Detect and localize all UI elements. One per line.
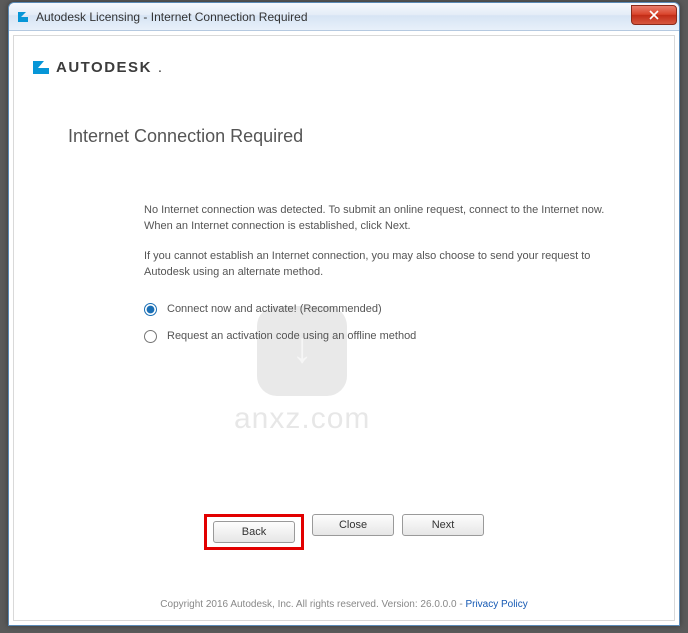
page-heading: Internet Connection Required (68, 126, 656, 147)
content-panel: AUTODESK. Internet Connection Required N… (13, 35, 675, 621)
close-button[interactable]: Close (312, 514, 394, 536)
client-area: AUTODESK. Internet Connection Required N… (9, 31, 679, 625)
footer-copyright: Copyright 2016 Autodesk, Inc. All rights… (160, 599, 465, 610)
window-close-button[interactable] (631, 5, 677, 25)
body-text: No Internet connection was detected. To … (144, 203, 616, 295)
paragraph-2: If you cannot establish an Internet conn… (144, 249, 616, 281)
window-title: Autodesk Licensing - Internet Connection… (36, 10, 631, 24)
titlebar[interactable]: Autodesk Licensing - Internet Connection… (9, 3, 679, 31)
footer: Copyright 2016 Autodesk, Inc. All rights… (14, 599, 674, 610)
radio-group: Connect now and activate! (Recommended) … (144, 303, 656, 357)
radio-offline[interactable]: Request an activation code using an offl… (144, 330, 656, 343)
dialog-window: Autodesk Licensing - Internet Connection… (8, 2, 680, 626)
highlight-back: Back (204, 514, 304, 550)
radio-connect-now-label: Connect now and activate! (Recommended) (167, 303, 382, 315)
app-icon (15, 9, 31, 25)
paragraph-1: No Internet connection was detected. To … (144, 203, 616, 235)
brand-dot: . (158, 59, 162, 76)
back-button[interactable]: Back (213, 521, 295, 543)
watermark-text: anxz.com (234, 402, 370, 436)
brand-logo: AUTODESK. (32, 58, 656, 76)
privacy-policy-link[interactable]: Privacy Policy (465, 599, 527, 610)
radio-offline-input[interactable] (144, 330, 157, 343)
brand-name: AUTODESK (56, 59, 152, 76)
radio-connect-now[interactable]: Connect now and activate! (Recommended) (144, 303, 656, 316)
radio-connect-now-input[interactable] (144, 303, 157, 316)
autodesk-logo-icon (32, 58, 50, 76)
button-row: Back Close Next (14, 514, 674, 550)
next-button[interactable]: Next (402, 514, 484, 536)
radio-offline-label: Request an activation code using an offl… (167, 330, 416, 342)
